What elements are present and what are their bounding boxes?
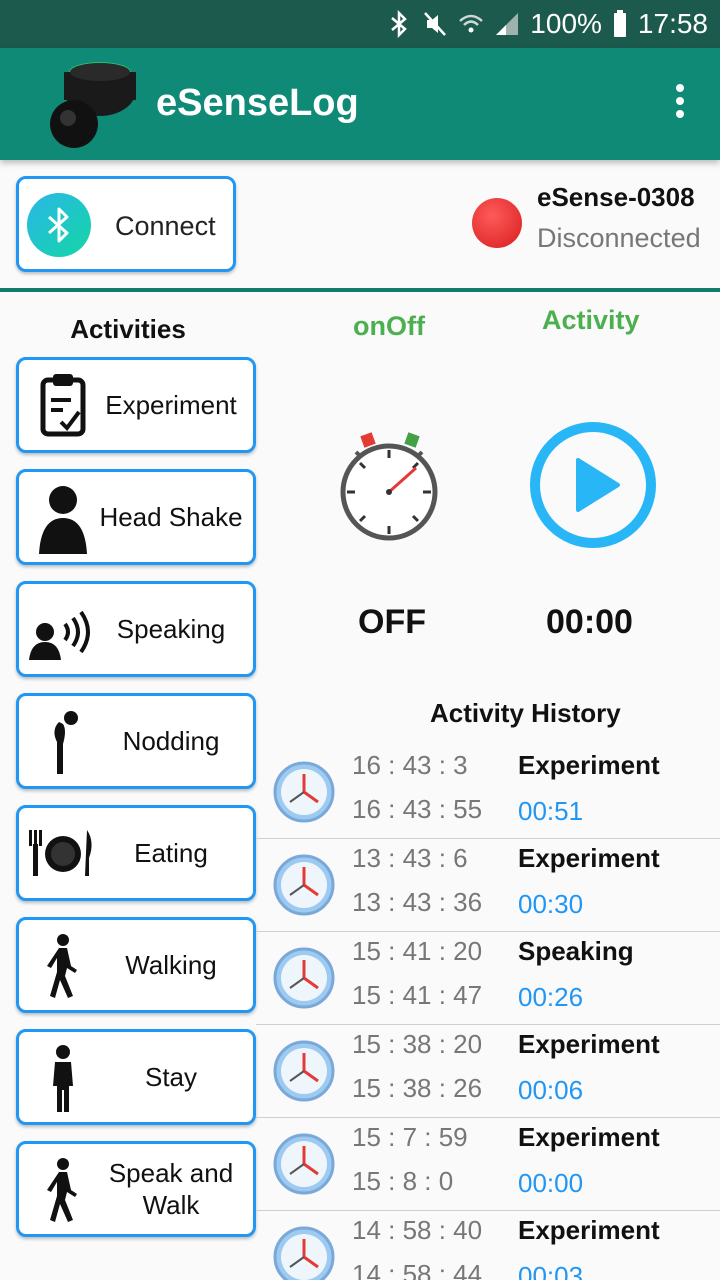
history-duration: 00:00 — [518, 1168, 584, 1198]
battery-icon — [613, 10, 626, 37]
history-end-time: 14 : 58 : 44 — [352, 1259, 483, 1280]
wifi-icon — [459, 14, 484, 33]
more-vert-icon[interactable] — [670, 84, 690, 124]
activity-button-speak-and-walk[interactable]: Speak and Walk — [16, 1141, 256, 1237]
history-activity: Experiment — [518, 1215, 660, 1245]
history-start-time: 16 : 43 : 3 — [352, 750, 468, 780]
app-title: eSenseLog — [156, 82, 359, 124]
connect-label: Connect — [115, 211, 216, 241]
activity-label: Experiment — [105, 390, 237, 420]
activity-button-eating[interactable]: Eating — [16, 805, 256, 901]
app-bar: eSenseLog — [0, 48, 720, 160]
history-start-time: 15 : 7 : 59 — [352, 1122, 468, 1152]
activities-title: Activities — [70, 314, 186, 344]
clock-icon — [273, 761, 335, 823]
history-end-time: 15 : 38 : 26 — [352, 1073, 483, 1103]
history-row[interactable]: 14 : 58 : 40 14 : 58 : 44 Experiment 00:… — [256, 1211, 720, 1280]
history-activity: Experiment — [518, 843, 660, 873]
eating-icon — [29, 830, 92, 876]
standing-icon — [53, 1045, 73, 1112]
history-end-time: 15 : 8 : 0 — [352, 1166, 454, 1196]
battery-percent: 100% — [530, 8, 602, 39]
history-row[interactable]: 15 : 7 : 59 15 : 8 : 0 Experiment 00:00 — [256, 1118, 720, 1211]
connect-button[interactable]: Connect — [16, 176, 236, 272]
history-end-time: 13 : 43 : 36 — [352, 887, 483, 917]
mute-icon — [424, 12, 447, 36]
clock-time: 17:58 — [637, 8, 708, 39]
history-row[interactable]: 16 : 43 : 3 16 : 43 : 55 Experiment 00:5… — [256, 746, 720, 839]
device-state: Disconnected — [537, 223, 701, 253]
stopwatch-icon[interactable] — [334, 430, 444, 542]
activity-label: Head Shake — [99, 502, 243, 532]
play-button-icon[interactable] — [528, 420, 658, 550]
activity-button-speaking[interactable]: Speaking — [16, 581, 256, 677]
activity-label: Speaking — [116, 614, 226, 644]
divider — [0, 288, 720, 292]
activity-label: Walking — [125, 950, 217, 980]
history-activity: Experiment — [518, 1029, 660, 1059]
activity-label: Stay — [144, 1062, 198, 1092]
nodding-icon — [54, 711, 78, 774]
clock-icon — [273, 1133, 335, 1195]
signal-icon — [496, 13, 519, 35]
clock-icon — [273, 854, 335, 916]
history-start-time: 13 : 43 : 6 — [352, 843, 468, 873]
activity-button-nodding[interactable]: Nodding — [16, 693, 256, 789]
history-duration: 00:30 — [518, 889, 584, 919]
onoff-header: onOff — [353, 311, 425, 341]
activity-label: Nodding — [122, 726, 220, 756]
history-start-time: 15 : 38 : 20 — [352, 1029, 483, 1059]
clock-icon — [273, 1226, 335, 1280]
onoff-value: OFF — [358, 603, 426, 641]
device-name: eSense-0308 — [537, 182, 695, 212]
history-row[interactable]: 15 : 41 : 20 15 : 41 : 47 Speaking 00:26 — [256, 932, 720, 1025]
bluetooth-icon — [27, 193, 91, 257]
history-title: Activity History — [430, 698, 621, 728]
activity-label: Eating — [134, 838, 208, 868]
person-icon — [39, 486, 87, 554]
connection-status-dot — [472, 198, 522, 248]
history-activity: Experiment — [518, 750, 660, 780]
clock-icon — [273, 1040, 335, 1102]
status-bar: 100% 17:58 — [0, 0, 720, 48]
activity-label: Speak and Walk — [108, 1158, 234, 1220]
history-end-time: 15 : 41 : 47 — [352, 980, 483, 1010]
activity-button-walking[interactable]: Walking — [16, 917, 256, 1013]
clipboard-icon — [40, 374, 86, 437]
history-duration: 00:51 — [518, 796, 584, 826]
bluetooth-icon — [391, 9, 408, 39]
history-end-time: 16 : 43 : 55 — [352, 794, 483, 824]
activity-button-stay[interactable]: Stay — [16, 1029, 256, 1125]
walking-icon — [47, 934, 77, 998]
earbud-logo — [50, 62, 136, 148]
activity-timer: 00:00 — [546, 603, 633, 641]
history-activity: Speaking — [518, 936, 634, 966]
history-start-time: 15 : 41 : 20 — [352, 936, 483, 966]
history-activity: Experiment — [518, 1122, 660, 1152]
history-row[interactable]: 13 : 43 : 6 13 : 43 : 36 Experiment 00:3… — [256, 839, 720, 932]
history-duration: 00:06 — [518, 1075, 584, 1105]
history-duration: 00:03 — [518, 1261, 584, 1280]
walking-icon — [47, 1158, 77, 1222]
history-duration: 00:26 — [518, 982, 584, 1012]
history-row[interactable]: 15 : 38 : 20 15 : 38 : 26 Experiment 00:… — [256, 1025, 720, 1118]
activity-header: Activity — [542, 305, 640, 335]
clock-icon — [273, 947, 335, 1009]
activity-button-experiment[interactable]: Experiment — [16, 357, 256, 453]
activity-button-head-shake[interactable]: Head Shake — [16, 469, 256, 565]
history-start-time: 14 : 58 : 40 — [352, 1215, 483, 1245]
speaking-icon — [29, 610, 90, 660]
